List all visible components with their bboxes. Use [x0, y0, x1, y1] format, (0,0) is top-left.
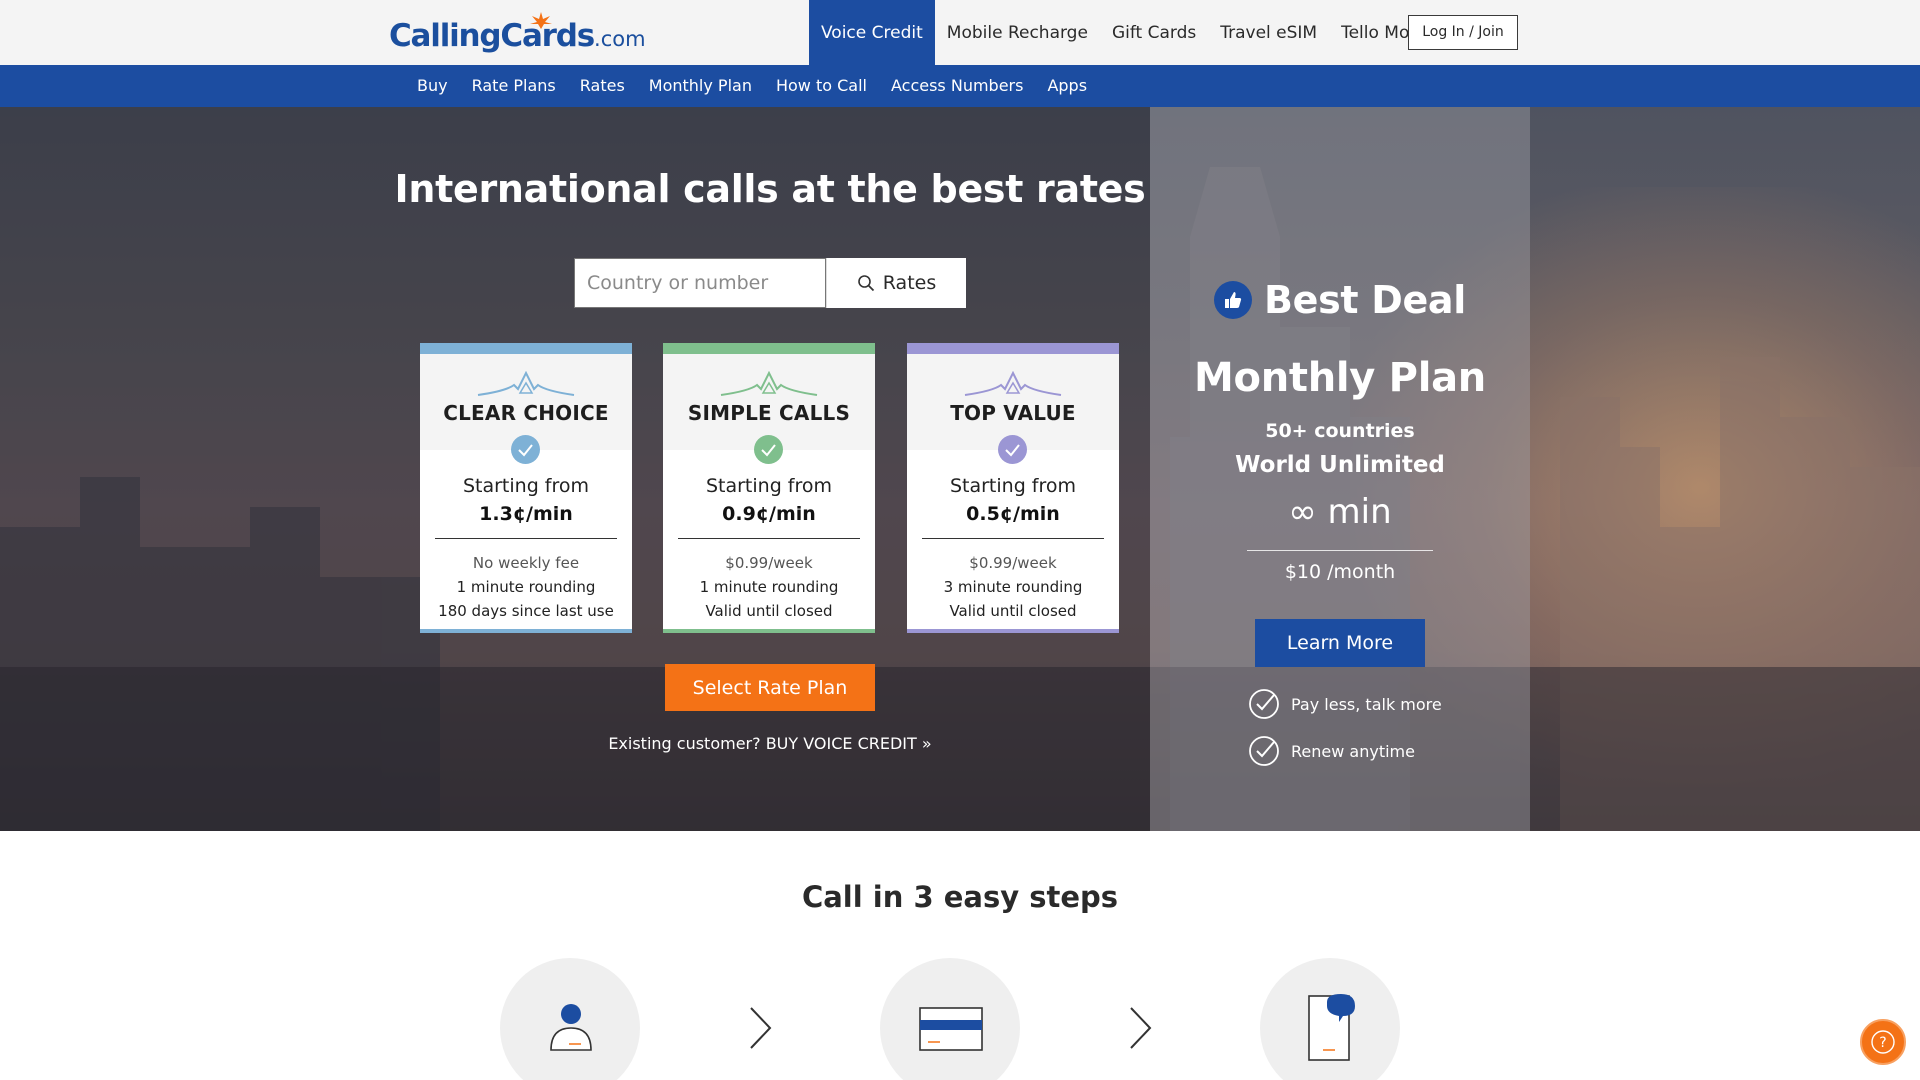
help-button[interactable]: ? [1860, 1019, 1906, 1065]
plan-card-simple-calls[interactable]: SIMPLE CALLS Starting from 0.9¢/min $0.9… [663, 343, 875, 633]
subnav-rate-plans[interactable]: Rate Plans [460, 65, 568, 107]
check-circle-icon [511, 435, 540, 464]
deal-plan-name: Monthly Plan [1194, 355, 1486, 401]
subnav-buy[interactable]: Buy [405, 65, 460, 107]
plan-name: SIMPLE CALLS [687, 401, 851, 425]
select-rate-plan-button[interactable]: Select Rate Plan [665, 664, 875, 711]
plan-feature: 3 minute rounding [943, 578, 1083, 596]
login-button[interactable]: Log In / Join [1408, 15, 1518, 50]
deal-benefit: Pay less, talk more [1248, 688, 1442, 720]
chevron-right-icon [750, 1007, 772, 1049]
top-bar: CallingCards.com Voice Credit Mobile Rec… [0, 0, 1920, 65]
subnav-how-to-call[interactable]: How to Call [764, 65, 879, 107]
plan-feature: 180 days since last use [438, 602, 614, 620]
sub-nav: Buy Rate Plans Rates Monthly Plan How to… [0, 65, 1920, 107]
steps-title: Call in 3 easy steps [801, 880, 1119, 914]
plan-rate: 0.9¢/min [722, 503, 816, 525]
deal-minutes: ∞ min [1288, 492, 1392, 532]
user-icon [550, 1004, 592, 1051]
best-deal-heading: Best Deal [1150, 278, 1530, 322]
help-glyph: ? [1879, 1035, 1886, 1051]
step-1 [500, 958, 640, 1080]
topnav-mobile-recharge[interactable]: Mobile Recharge [935, 0, 1100, 65]
check-circle-icon [754, 435, 783, 464]
step-3 [1260, 958, 1400, 1080]
logo-star-icon [530, 12, 552, 29]
country-search-input[interactable] [574, 258, 826, 308]
benefit-label: Renew anytime [1291, 741, 1415, 761]
crown-icon [964, 371, 1062, 396]
logo[interactable]: CallingCards.com [389, 12, 646, 54]
plan-start-label: Starting from [949, 475, 1077, 497]
thumbs-up-icon [1213, 281, 1252, 319]
top-nav: Voice Credit Mobile Recharge Gift Cards … [809, 0, 1452, 65]
topnav-voice-credit[interactable]: Voice Credit [809, 0, 935, 65]
deal-unlimited: World Unlimited [1235, 452, 1445, 478]
logo-domain: .com [594, 27, 646, 51]
plan-feature: Valid until closed [705, 602, 833, 620]
plan-feature: $0.99/week [969, 554, 1057, 572]
deal-divider [1247, 550, 1433, 551]
hero-title: International calls at the best rates [394, 167, 1146, 211]
plan-rate: 1.3¢/min [479, 503, 573, 525]
deal-countries: 50+ countries [1265, 420, 1415, 442]
check-circle-icon [998, 435, 1027, 464]
plan-start-label: Starting from [462, 475, 590, 497]
card-divider [678, 538, 860, 539]
crown-icon [477, 371, 575, 396]
benefit-label: Pay less, talk more [1291, 694, 1442, 714]
card-divider [922, 538, 1104, 539]
topnav-gift-cards[interactable]: Gift Cards [1100, 0, 1208, 65]
help-icon: ? [1871, 1030, 1895, 1054]
best-deal-title: Best Deal [1263, 278, 1467, 322]
sub-nav-links: Buy Rate Plans Rates Monthly Plan How to… [405, 65, 1099, 107]
card-divider [435, 538, 617, 539]
crown-icon [720, 371, 818, 396]
subnav-access-numbers[interactable]: Access Numbers [879, 65, 1035, 107]
chevron-right-icon [1130, 1007, 1152, 1049]
plan-start-label: Starting from [705, 475, 833, 497]
hero-section: International calls at the best rates Ra… [0, 107, 1920, 831]
rates-search-button[interactable]: Rates [826, 258, 966, 308]
plan-feature: No weekly fee [472, 554, 580, 572]
credit-card-icon [919, 1007, 983, 1051]
step-2 [880, 958, 1020, 1080]
subnav-monthly-plan[interactable]: Monthly Plan [637, 65, 764, 107]
check-circle-outline-icon [1249, 689, 1279, 719]
plan-name: TOP VALUE [950, 401, 1076, 425]
topnav-travel-esim[interactable]: Travel eSIM [1208, 0, 1329, 65]
subnav-rates[interactable]: Rates [568, 65, 637, 107]
plan-card-top-value[interactable]: TOP VALUE Starting from 0.5¢/min $0.99/w… [907, 343, 1119, 633]
logo-text: CallingCards.com [389, 18, 646, 54]
plan-card-clear-choice[interactable]: CLEAR CHOICE Starting from 1.3¢/min No w… [420, 343, 632, 633]
plan-feature: 1 minute rounding [456, 578, 596, 596]
search-icon [857, 275, 874, 292]
plan-feature: 1 minute rounding [699, 578, 839, 596]
deal-price: $10 /month [1284, 561, 1396, 583]
check-circle-outline-icon [1249, 736, 1279, 766]
subnav-apps[interactable]: Apps [1035, 65, 1099, 107]
plan-rate: 0.5¢/min [966, 503, 1060, 525]
plan-feature: $0.99/week [725, 554, 813, 572]
rates-button-label: Rates [882, 272, 937, 294]
buy-voice-credit-link[interactable]: Existing customer? BUY VOICE CREDIT » [540, 734, 1000, 753]
learn-more-button[interactable]: Learn More [1255, 619, 1425, 667]
plan-feature: Valid until closed [949, 602, 1077, 620]
plan-name: CLEAR CHOICE [443, 401, 609, 425]
phone-chat-icon [1308, 994, 1355, 1061]
deal-benefit: Renew anytime [1248, 735, 1415, 767]
